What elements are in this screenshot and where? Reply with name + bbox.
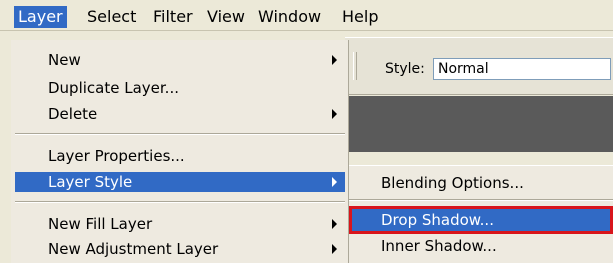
menu-item-new-adjustment-layer[interactable]: New Adjustment Layer xyxy=(15,239,345,259)
menu-item-label: New Adjustment Layer xyxy=(48,240,219,258)
style-label: Style: xyxy=(385,61,425,77)
menu-item-new[interactable]: New xyxy=(15,50,345,70)
menu-separator xyxy=(15,133,345,135)
submenu-item-label: Drop Shadow... xyxy=(381,211,494,229)
submenu-arrow-icon xyxy=(332,55,337,65)
submenu-item-inner-shadow[interactable]: Inner Shadow... xyxy=(349,235,613,257)
photoshop-window: Layer Select Filter View Window Help Sty… xyxy=(0,0,613,263)
submenu-item-label: Inner Shadow... xyxy=(381,237,497,255)
menu-item-label: New xyxy=(48,51,81,69)
menu-item-delete[interactable]: Delete xyxy=(15,104,345,124)
layer-style-submenu: Blending Options... Drop Shadow... Inner… xyxy=(349,165,613,263)
menu-item-layer-style[interactable]: Layer Style xyxy=(15,172,345,192)
menu-item-label: Delete xyxy=(48,105,98,123)
menu-layer[interactable]: Layer xyxy=(14,6,67,28)
layer-menu: New Duplicate Layer... Delete Layer Prop… xyxy=(11,40,349,263)
submenu-arrow-icon xyxy=(332,219,337,229)
submenu-separator xyxy=(349,199,613,201)
menu-filter[interactable]: Filter xyxy=(149,6,197,28)
workspace-area xyxy=(345,96,613,152)
menu-bar: Layer Select Filter View Window Help xyxy=(0,0,613,31)
menu-separator xyxy=(15,201,345,203)
menu-item-duplicate-layer[interactable]: Duplicate Layer... xyxy=(15,78,345,98)
options-bar-grip[interactable] xyxy=(353,52,357,80)
submenu-edge xyxy=(349,165,613,166)
menu-item-label: New Fill Layer xyxy=(48,215,153,233)
menu-item-label: Duplicate Layer... xyxy=(48,79,179,97)
submenu-arrow-icon xyxy=(332,244,337,254)
menu-item-label: Layer Properties... xyxy=(48,147,185,165)
submenu-arrow-icon xyxy=(332,109,337,119)
menu-window[interactable]: Window xyxy=(254,6,325,28)
style-dropdown[interactable]: Normal xyxy=(433,58,611,80)
menu-select[interactable]: Select xyxy=(83,6,140,28)
submenu-arrow-icon xyxy=(332,177,337,187)
menu-help[interactable]: Help xyxy=(338,6,382,28)
submenu-item-drop-shadow[interactable]: Drop Shadow... xyxy=(349,209,613,231)
submenu-item-blending-options[interactable]: Blending Options... xyxy=(349,172,613,194)
options-bar: Style: Normal xyxy=(345,37,613,95)
menu-item-label: Layer Style xyxy=(48,173,133,191)
submenu-item-label: Blending Options... xyxy=(381,174,524,192)
menu-view[interactable]: View xyxy=(203,6,249,28)
menu-item-layer-properties[interactable]: Layer Properties... xyxy=(15,146,345,166)
menu-item-new-fill-layer[interactable]: New Fill Layer xyxy=(15,214,345,234)
